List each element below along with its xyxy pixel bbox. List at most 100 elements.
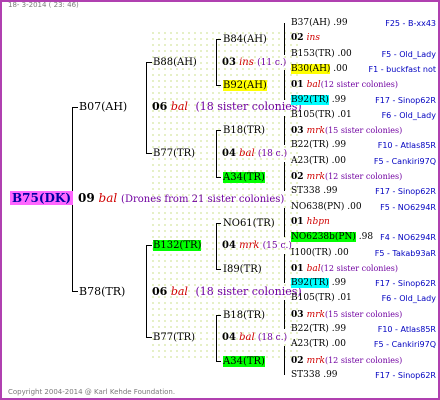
gen2-note: (18 c.) — [257, 333, 288, 343]
gen3-queen[interactable]: B84(AH) — [223, 33, 267, 46]
connector — [216, 85, 221, 86]
gen3-queen[interactable]: A34(TR) — [223, 355, 265, 368]
gen2-drone-info: 04 mrk (15 c.) — [222, 239, 292, 253]
gen4-source: F10 - Atlas85R — [377, 325, 436, 334]
gen4-source: F5 - Cankiri97Q — [373, 340, 436, 350]
gen3-queen[interactable]: A34(TR) — [223, 171, 265, 184]
gen3-queen[interactable]: B18(TR) — [223, 309, 265, 322]
gen4-percent: .00 — [330, 63, 348, 74]
gen4-line: mrk — [306, 355, 325, 366]
gen4-percent: .98 — [355, 232, 374, 243]
gen2-queen[interactable]: B77(TR) — [153, 331, 195, 344]
gen4-id[interactable]: B105(TR) — [291, 293, 335, 303]
gen4-queen-row: ST338 .99 F17 - Sinop62R — [291, 369, 436, 382]
gen4-line: bal — [306, 263, 321, 274]
gen4-id[interactable]: NO6238b(PN) — [291, 232, 356, 243]
connector — [146, 62, 152, 63]
gen4-source: F6 - Old_Lady — [381, 294, 436, 304]
gen4-id[interactable]: B105(TR) — [291, 110, 335, 120]
gen4-queen-row: NO6238b(PN) .98 F4 - NO6294R — [291, 231, 436, 244]
connector — [284, 346, 285, 375]
gen4-id[interactable]: B92(TR) — [291, 94, 329, 105]
gen4-source: F17 - Sinop62R — [375, 370, 436, 380]
gen4-source: F6 - Old_Lady — [381, 110, 436, 120]
gen4-queen-row: NO638(PN) .00 F5 - NO6294R — [291, 201, 436, 214]
gen4-queen-row: B30(AH) .00 F1 - buckfast not — [291, 63, 436, 76]
gen3-queen[interactable]: NO61(TR) — [223, 217, 275, 230]
connector — [146, 62, 147, 154]
gen2-year: 03 — [222, 57, 236, 68]
root-note: (Drones from 21 sister colonies) — [121, 194, 285, 205]
gen3-queen[interactable]: B18(TR) — [223, 124, 265, 137]
gen2-queen[interactable]: B77(TR) — [153, 147, 195, 160]
connector — [216, 130, 221, 131]
gen2-queen[interactable]: B88(AH) — [153, 56, 197, 69]
connector — [146, 153, 152, 154]
gen4-id[interactable]: A23(TR) — [291, 156, 329, 166]
gen4-source: F1 - buckfast not — [368, 64, 436, 74]
gen3-queen[interactable]: I89(TR) — [223, 263, 262, 276]
gen2-line: bal — [239, 148, 255, 159]
gen4-id[interactable]: NO638(PN) — [291, 202, 344, 212]
father-id[interactable]: B07(AH) — [79, 100, 127, 113]
gen4-id[interactable]: B30(AH) — [291, 63, 331, 74]
gen4-drone-row: 02 ins — [291, 32, 436, 45]
gen4-queen-row: B37(AH) .99 F25 - B-xx43 — [291, 17, 436, 30]
gen4-drone-row: 02 mrk(12 sister colonies) — [291, 354, 436, 368]
root-queen[interactable]: B75(DK) — [10, 191, 74, 205]
root-id[interactable]: B75(DK) — [10, 191, 74, 205]
gen4-id[interactable]: A23(TR) — [291, 339, 329, 349]
mother-note: (18 sister colonies) — [195, 285, 302, 298]
gen3-id[interactable]: A34(TR) — [223, 172, 265, 183]
gen4-percent: .99 — [320, 369, 338, 380]
father-line: bal — [170, 100, 188, 113]
connector — [284, 70, 285, 100]
gen4-source: F10 - Atlas85R — [377, 141, 436, 151]
connector — [216, 315, 221, 316]
gen4-queen-row: ST338 .99 F17 - Sinop62R — [291, 185, 436, 198]
gen4-note: (12 sister colonies) — [324, 172, 403, 181]
gen4-drone-row: 01 hbpn — [291, 216, 436, 229]
gen3-id[interactable]: A34(TR) — [223, 356, 265, 367]
gen4-year: 01 — [291, 263, 307, 274]
mother-id[interactable]: B78(TR) — [79, 285, 125, 298]
gen4-drone-row: 03 mrk(15 sister colonies) — [291, 308, 436, 322]
gen4-id[interactable]: I100(TR) — [291, 248, 332, 258]
gen4-id[interactable]: ST338 — [291, 186, 320, 196]
gen4-id[interactable]: ST338 — [291, 370, 320, 380]
root-year: 09 — [78, 191, 95, 205]
connector — [72, 107, 78, 108]
gen2-queen[interactable]: B132(TR) — [153, 239, 202, 252]
connector — [146, 245, 147, 337]
gen2-line: ins — [239, 57, 254, 68]
gen4-percent: .99 — [328, 278, 347, 289]
gen4-percent: .99 — [320, 186, 338, 197]
gen2-drone-info: 04 bal (18 c.) — [222, 331, 287, 345]
mother-year: 06 — [152, 285, 168, 298]
gen2-id[interactable]: B132(TR) — [153, 240, 202, 251]
father-note: (18 sister colonies) — [195, 100, 302, 113]
gen4-percent: .99 — [328, 324, 347, 334]
root-line: bal — [98, 191, 118, 205]
gen3-id[interactable]: B92(AH) — [223, 80, 267, 91]
connector — [284, 300, 285, 329]
gen2-note: (18 c.) — [257, 149, 288, 159]
connector — [216, 177, 221, 178]
gen2-note: (11 c.) — [257, 58, 287, 68]
gen4-id[interactable]: B92(TR) — [291, 278, 329, 289]
gen4-id[interactable]: B22(TR) — [291, 324, 329, 334]
gen4-id[interactable]: B37(AH) — [291, 18, 330, 28]
connector — [146, 245, 152, 246]
gen4-line: bal — [306, 80, 321, 91]
gen4-id[interactable]: B153(TR) — [291, 49, 335, 59]
gen4-year: 03 — [291, 126, 307, 137]
pedigree-chart: 18- 3-2014 ( 23: 46) Copyright 2004-2014… — [0, 0, 440, 400]
gen2-note: (15 c.) — [262, 241, 292, 251]
connector — [216, 39, 221, 40]
gen4-note: (15 sister colonies) — [324, 126, 403, 136]
root-drone-info: 09 bal (Drones from 21 sister colonies) — [78, 192, 284, 206]
gen4-drone-row: 02 mrk(12 sister colonies) — [291, 170, 436, 184]
gen4-source: F5 - Cankiri97Q — [373, 156, 436, 166]
gen4-id[interactable]: B22(TR) — [291, 140, 329, 150]
gen3-queen[interactable]: B92(AH) — [223, 79, 267, 92]
